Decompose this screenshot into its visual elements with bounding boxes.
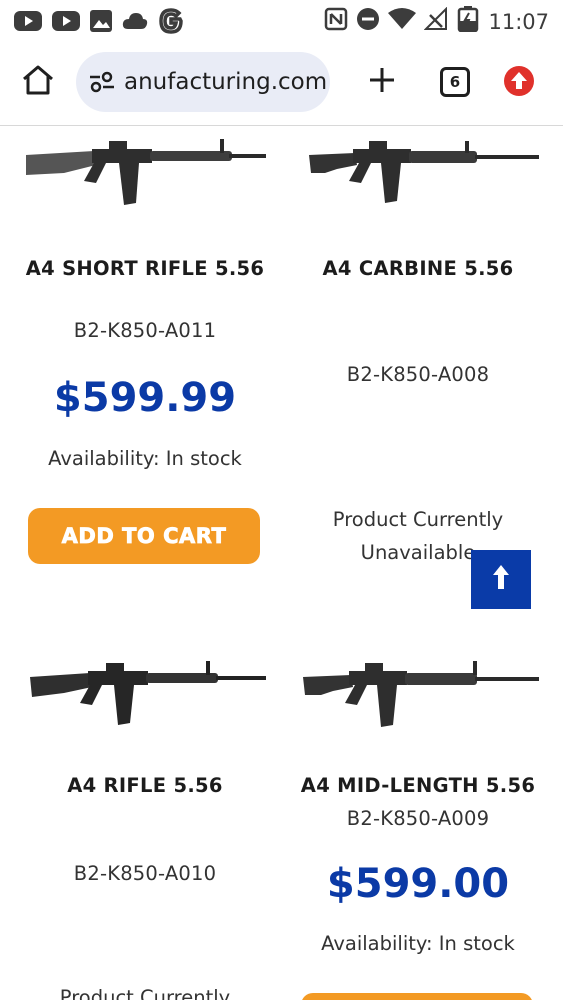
product-price: $599.00 xyxy=(326,861,510,907)
nfc-icon xyxy=(324,7,348,36)
product-grid: A4 SHORT RIFLE 5.56 B2-K850-A011 $599.99… xyxy=(0,127,563,1000)
product-sku: B2-K850-A008 xyxy=(346,363,490,386)
product-image[interactable] xyxy=(297,135,541,215)
product-name[interactable]: A4 CARBINE 5.56 xyxy=(277,254,559,283)
clock: 11:07 xyxy=(488,9,549,34)
new-tab-icon[interactable] xyxy=(366,62,398,98)
wifi-icon xyxy=(388,8,417,35)
product-sku: B2-K850-A011 xyxy=(73,319,217,342)
home-icon[interactable] xyxy=(20,62,56,98)
scroll-to-top-button[interactable] xyxy=(471,550,531,609)
product-sku: B2-K850-A010 xyxy=(73,862,217,885)
product-sku: B2-K850-A009 xyxy=(346,807,490,830)
browser-toolbar: anufacturing.com 6 xyxy=(0,40,563,126)
arrow-up-icon xyxy=(490,563,512,596)
unavailable-notice: Product Currently xyxy=(59,986,231,1000)
gallery-icon xyxy=(90,10,112,37)
product-name[interactable]: A4 SHORT RIFLE 5.56 xyxy=(4,254,286,283)
tab-count: 6 xyxy=(449,73,461,91)
google-icon xyxy=(158,8,184,39)
product-card: A4 MID-LENGTH 5.56 B2-K850-A009 $599.00 … xyxy=(277,643,559,1000)
product-image[interactable] xyxy=(24,133,268,213)
availability: Availability: In stock xyxy=(321,932,515,955)
update-icon[interactable] xyxy=(504,66,534,96)
product-image[interactable] xyxy=(297,655,541,735)
add-to-cart-button[interactable] xyxy=(301,993,533,1000)
product-image[interactable] xyxy=(24,653,268,733)
site-settings-icon[interactable] xyxy=(88,68,116,96)
product-card: A4 CARBINE 5.56 B2-K850-A008 Product Cur… xyxy=(277,127,559,587)
youtube-icon xyxy=(52,10,80,37)
product-card: A4 SHORT RIFLE 5.56 B2-K850-A011 $599.99… xyxy=(4,127,286,587)
url-bar[interactable]: anufacturing.com xyxy=(76,52,330,112)
product-price: $599.99 xyxy=(53,375,237,421)
cloud-icon xyxy=(122,11,148,36)
product-name[interactable]: A4 MID-LENGTH 5.56 xyxy=(277,771,559,800)
do-not-disturb-icon xyxy=(356,7,380,36)
youtube-icon xyxy=(14,10,42,37)
availability: Availability: In stock xyxy=(48,447,242,470)
product-card: A4 RIFLE 5.56 B2-K850-A010 Product Curre… xyxy=(4,643,286,1000)
add-to-cart-button[interactable]: ADD TO CART xyxy=(28,508,260,564)
tab-switcher-icon[interactable]: 6 xyxy=(440,67,470,97)
battery-charging-icon xyxy=(456,6,480,37)
status-bar: 11:07 xyxy=(0,0,563,40)
url-text[interactable]: anufacturing.com xyxy=(124,69,327,95)
no-signal-icon xyxy=(424,6,448,36)
product-name[interactable]: A4 RIFLE 5.56 xyxy=(4,771,286,800)
